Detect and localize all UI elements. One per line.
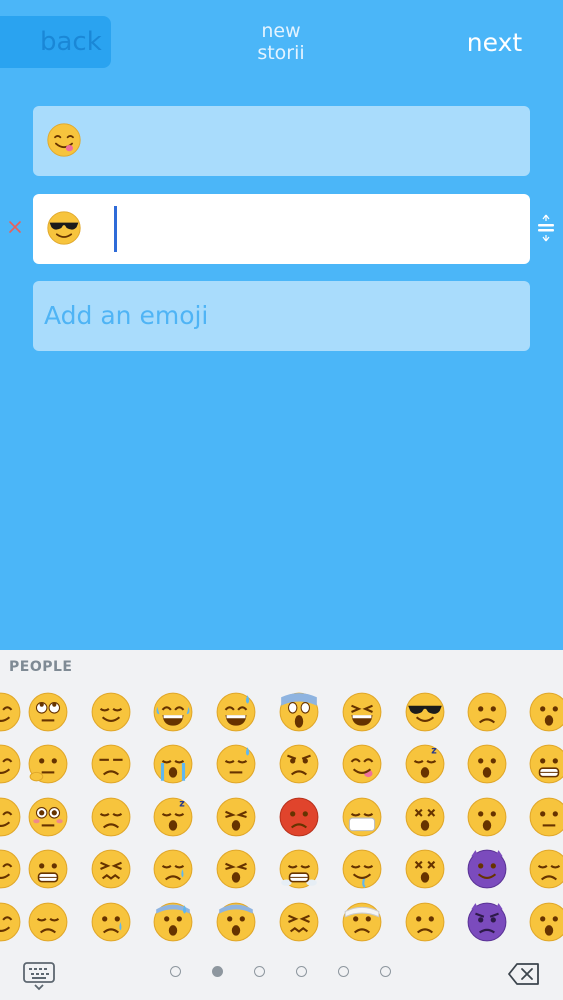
delete-row-icon[interactable] [7,219,23,235]
title-line-1: new [261,20,301,42]
open-mouth-emoji-icon[interactable] [528,691,563,733]
page-dot[interactable] [254,966,265,977]
triumph-emoji-icon[interactable] [278,848,320,890]
smile-emoji-icon[interactable] [0,796,22,838]
yum-emoji-icon [47,123,81,157]
sob-emoji-icon[interactable] [152,743,194,785]
pensive-emoji-icon[interactable] [27,901,69,943]
sunglasses-emoji-icon[interactable] [404,691,446,733]
downcast-sweat-emoji-icon[interactable] [215,743,257,785]
grimacing-emoji-icon[interactable] [27,848,69,890]
emoji-keyboard: PEOPLE zz [0,650,563,1000]
add-emoji-field[interactable]: Add an emoji [33,281,530,351]
scream-emoji-icon[interactable] [278,691,320,733]
page-dot[interactable] [380,966,391,977]
mask-emoji-icon[interactable] [341,796,383,838]
smile-emoji-icon[interactable] [0,848,22,890]
disappointed-emoji-icon[interactable] [90,796,132,838]
anguished-emoji-icon[interactable] [466,743,508,785]
yum-emoji-icon[interactable] [341,743,383,785]
flushed-emoji-icon[interactable] [27,796,69,838]
confused-emoji-icon[interactable] [528,848,563,890]
page-dot[interactable] [212,966,223,977]
hushed-emoji-icon[interactable] [466,796,508,838]
angry-emoji-icon[interactable] [278,743,320,785]
sleeping-emoji-icon[interactable]: z [404,743,446,785]
bandage-emoji-icon[interactable] [341,901,383,943]
emoji-row-1[interactable] [33,106,530,176]
svg-text:z: z [431,746,437,757]
drooling-emoji-icon[interactable] [341,848,383,890]
confounded-emoji-icon[interactable] [90,848,132,890]
smile-emoji-icon[interactable] [0,743,22,785]
page-title: new storii [231,20,331,64]
disappointed-relieved-emoji-icon[interactable] [152,848,194,890]
sunglasses-emoji-icon [47,211,81,245]
sleepy-emoji-icon[interactable]: z [152,796,194,838]
fearful-emoji-icon[interactable] [215,901,257,943]
grimacing-emoji-icon[interactable] [528,743,563,785]
cold-sweat-emoji-icon[interactable] [152,901,194,943]
joy-emoji-icon[interactable] [152,691,194,733]
reorder-handle-icon[interactable] [537,212,555,244]
laughing-emoji-icon[interactable] [341,691,383,733]
unamused-emoji-icon[interactable] [90,743,132,785]
backspace-icon[interactable] [507,961,541,987]
page-dot[interactable] [296,966,307,977]
neutral-emoji-icon[interactable] [528,796,563,838]
weary-emoji-icon[interactable] [215,796,257,838]
next-button[interactable]: next [452,28,537,57]
confounded-emoji-icon[interactable] [278,901,320,943]
thinking-emoji-icon[interactable] [27,743,69,785]
tired-emoji-icon[interactable] [215,848,257,890]
angry-imp-emoji-icon[interactable] [466,901,508,943]
page-dot[interactable] [170,966,181,977]
sweat-smile-emoji-icon[interactable] [215,691,257,733]
emoji-row-2[interactable] [33,194,530,264]
add-emoji-placeholder: Add an emoji [44,301,209,330]
text-cursor [114,206,117,252]
page-dot[interactable] [338,966,349,977]
keyboard-switch-icon[interactable] [22,961,56,991]
frowning-emoji-icon[interactable] [466,691,508,733]
dizzy-emoji-icon[interactable] [404,848,446,890]
grin-emoji-icon[interactable] [0,691,22,733]
page-indicator [166,964,396,980]
title-line-2: storii [257,42,305,64]
imp-emoji-icon[interactable] [466,848,508,890]
dizzy-emoji-icon[interactable] [404,796,446,838]
open-mouth-emoji-icon[interactable] [528,901,563,943]
category-label: PEOPLE [9,659,73,675]
rage-emoji-icon[interactable] [278,796,320,838]
relieved-emoji-icon[interactable] [90,691,132,733]
back-button[interactable]: back [0,16,111,68]
cry-emoji-icon[interactable] [90,901,132,943]
worried-emoji-icon[interactable] [404,901,446,943]
emoji-grid: zz [0,687,563,950]
rolling-eyes-emoji-icon[interactable] [27,691,69,733]
svg-text:z: z [179,799,185,810]
smile-emoji-icon[interactable] [0,901,22,943]
